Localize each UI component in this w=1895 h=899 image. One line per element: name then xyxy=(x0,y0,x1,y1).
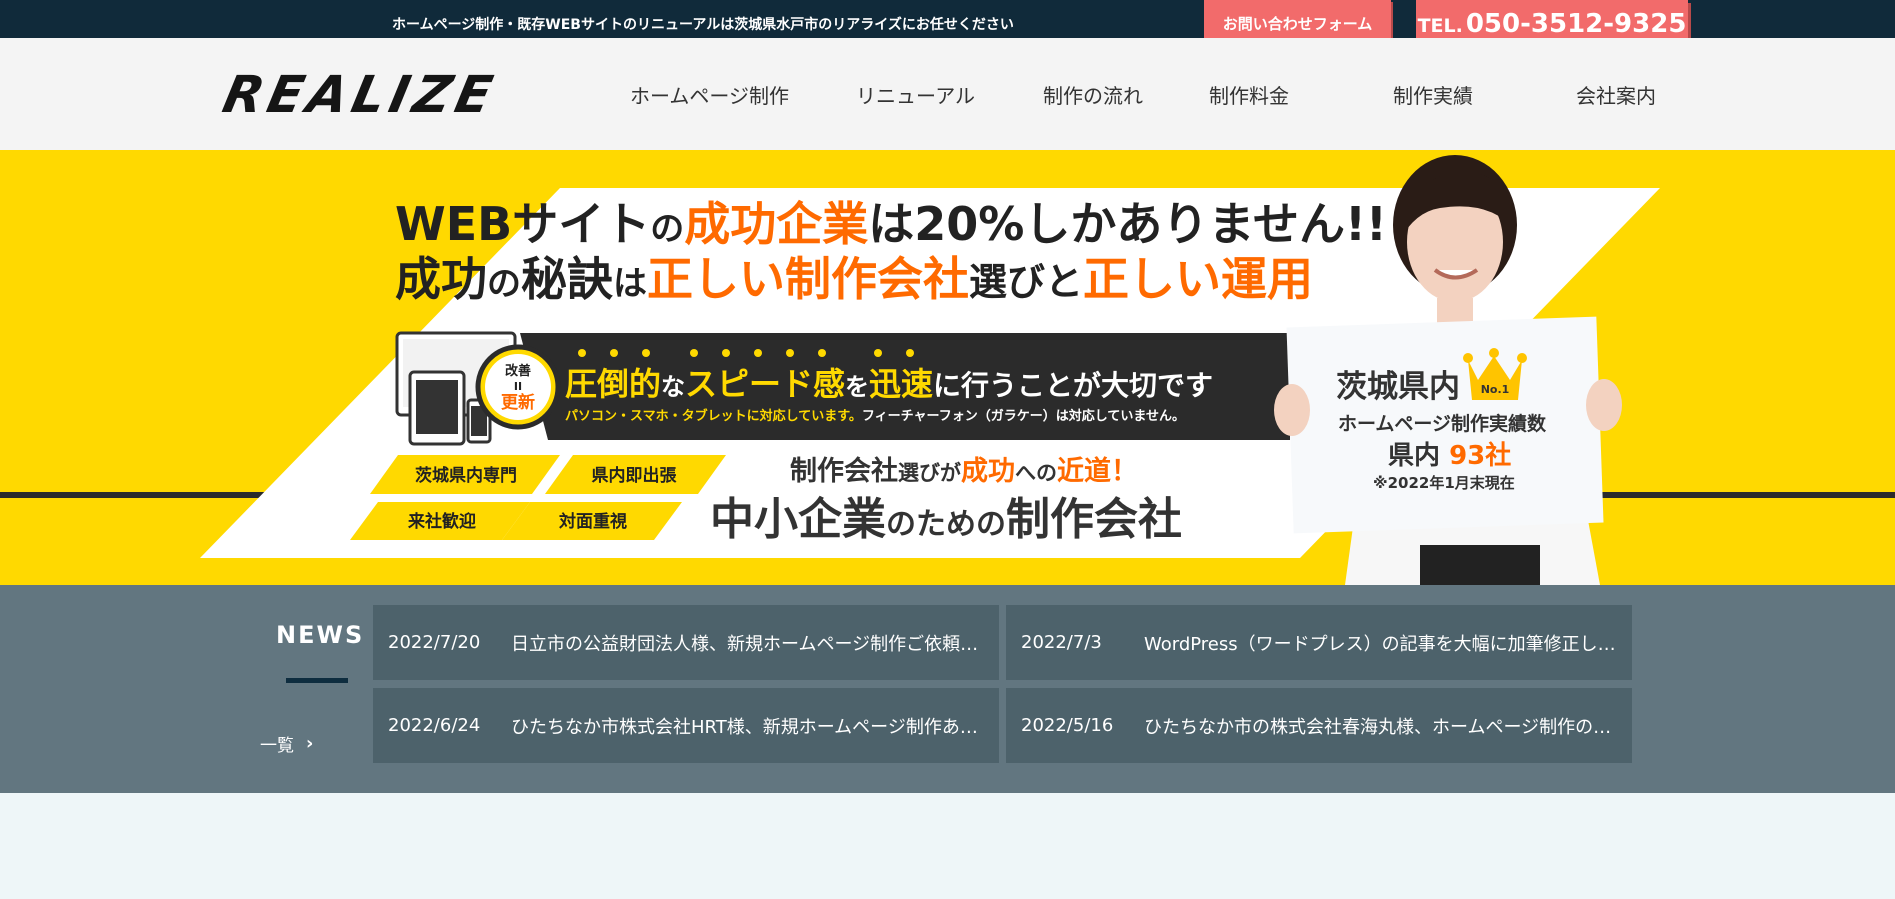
headline1-c: 成功企業 xyxy=(684,197,868,251)
tagline-a: 制作会社 xyxy=(790,455,898,487)
tag-welcome-visit: 来社歓迎 xyxy=(407,511,476,532)
tel-prefix: TEL. xyxy=(1417,14,1463,37)
nav-pricing[interactable]: 制作料金 xyxy=(1209,80,1289,109)
badge-mid: II xyxy=(514,380,522,393)
band-sub1: パソコン・スマホ・タブレットに対応しています。 xyxy=(565,408,862,424)
site-logo[interactable]: REALIZE xyxy=(218,66,502,125)
chevron-right-icon: › xyxy=(306,733,314,754)
news-text: ひたちなか市株式会社HRT様、新規ホームページ制作ありがとうございます xyxy=(511,716,989,738)
headline2-e: 正しい制作会社 xyxy=(647,252,969,306)
board-line1: 茨城県内 xyxy=(1336,369,1460,405)
news-text: ひたちなか市の株式会社春海丸様、ホームページ制作のご依頼ありがとうございます xyxy=(1144,716,1622,738)
tag-onsite: 県内即出張 xyxy=(592,465,678,486)
board-crown: No.1 xyxy=(1481,383,1510,396)
tagline-e: 近道！ xyxy=(1057,455,1138,487)
tag-ibaraki-only: 茨城県内専門 xyxy=(415,465,517,486)
headline2-b: の xyxy=(487,264,521,304)
headline2-a: 成功 xyxy=(395,252,487,306)
board-line3-b: 93社 xyxy=(1449,440,1511,471)
news-date: 2022/5/16 xyxy=(1021,715,1114,736)
nav-homepage-production[interactable]: ホームページ制作 xyxy=(630,80,789,109)
band-d: を xyxy=(845,373,869,401)
svg-text:WEBサイトの成功企業は20%しかありません!!: WEBサイトの成功企業は20%しかありません!! xyxy=(395,197,1387,251)
main-b: のための xyxy=(886,507,1006,542)
headline1-d: は20%しかありません!! xyxy=(868,197,1387,251)
headline2-g: 正しい運用 xyxy=(1083,252,1313,306)
main-a: 中小企業 xyxy=(710,494,886,545)
badge-bottom: 更新 xyxy=(501,392,535,413)
band-a: 圧倒的 xyxy=(565,365,661,403)
site-tagline: ホームページ制作・既存WEBサイトのリニューアルは茨城県水戸市のリアライズにお任… xyxy=(392,17,1014,33)
headline1-b: の xyxy=(650,209,684,249)
news-date: 2022/7/20 xyxy=(388,632,481,653)
nav-portfolio[interactable]: 制作実績 xyxy=(1393,80,1473,109)
news-more-label: 一覧 xyxy=(260,736,294,756)
board-line3-a: 県内 xyxy=(1388,441,1449,471)
news-underline xyxy=(286,678,348,683)
news-date: 2022/6/24 xyxy=(388,715,481,736)
svg-text:成功の秘訣は正しい制作会社選びと正しい運用: 成功の秘訣は正しい制作会社選びと正しい運用 xyxy=(395,252,1313,306)
nav-renewal[interactable]: リニューアル xyxy=(856,80,975,109)
headline2-c: 秘訣 xyxy=(521,252,613,306)
headline2-f: 選びと xyxy=(969,260,1083,304)
board-line4: ※2022年1月末現在 xyxy=(1373,474,1515,492)
news-title: NEWS xyxy=(276,621,365,649)
tag-face-to-face: 対面重視 xyxy=(558,511,627,532)
news-item[interactable]: 2022/7/3 WordPress（ワードプレス）の記事を大幅に加筆修正しまし… xyxy=(1006,605,1632,680)
news-item[interactable]: 2022/6/24 ひたちなか市株式会社HRT様、新規ホームページ制作ありがとう… xyxy=(373,688,999,763)
band-e: 迅速 xyxy=(869,365,933,403)
news-date: 2022/7/3 xyxy=(1021,632,1102,653)
hero-banner[interactable]: WEBサイトの成功企業は20%しかありません!! 成功の秘訣は正しい制作会社選び… xyxy=(0,150,1895,585)
tagline-d: への xyxy=(1015,461,1057,485)
news-list-link[interactable]: 一覧 › xyxy=(260,731,313,756)
band-f: に行うことが大切です xyxy=(933,369,1213,402)
news-item[interactable]: 2022/7/20 日立市の公益財団法人様、新規ホームページ制作ご依頼ありがとう… xyxy=(373,605,999,680)
nav-company[interactable]: 会社案内 xyxy=(1576,80,1656,109)
tel-number: 050-3512-9325 xyxy=(1465,8,1687,39)
headline1-a: WEBサイト xyxy=(395,197,650,251)
news-section: NEWS 一覧 › 2022/7/20 日立市の公益財団法人様、新規ホームページ… xyxy=(0,585,1895,793)
band-c: スピード感 xyxy=(685,365,845,403)
tagline-b: 選びが xyxy=(898,461,961,485)
headline2-d: は xyxy=(613,264,647,304)
main-c: 制作会社 xyxy=(1006,494,1182,545)
nav-production-flow[interactable]: 制作の流れ xyxy=(1043,80,1143,109)
board-line2: ホームページ制作実績数 xyxy=(1338,412,1547,435)
band-b: な xyxy=(661,373,685,401)
svg-text:制作会社選びが成功への近道！: 制作会社選びが成功への近道！ xyxy=(790,455,1138,487)
news-item[interactable]: 2022/5/16 ひたちなか市の株式会社春海丸様、ホームページ制作のご依頼あり… xyxy=(1006,688,1632,763)
news-text: 日立市の公益財団法人様、新規ホームページ制作ご依頼ありがとうございます xyxy=(511,633,989,655)
site-header: REALIZE ホームページ制作 リニューアル 制作の流れ 制作料金 制作実績 … xyxy=(0,38,1895,150)
svg-text:県内 93社: 県内 93社 xyxy=(1388,440,1511,471)
svg-text:パソコン・スマホ・タブレットに対応しています。フィーチャーフ: パソコン・スマホ・タブレットに対応しています。フィーチャーフォン（ガラケー）は対… xyxy=(565,408,1185,424)
badge-top: 改善 xyxy=(505,363,531,379)
news-text: WordPress（ワードプレス）の記事を大幅に加筆修正しました xyxy=(1144,633,1622,655)
tagline-c: 成功 xyxy=(961,456,1015,487)
band-sub2: フィーチャーフォン（ガラケー）は対応していません。 xyxy=(862,408,1185,424)
hero-graphic: WEBサイトの成功企業は20%しかありません!! 成功の秘訣は正しい制作会社選び… xyxy=(200,155,1660,585)
